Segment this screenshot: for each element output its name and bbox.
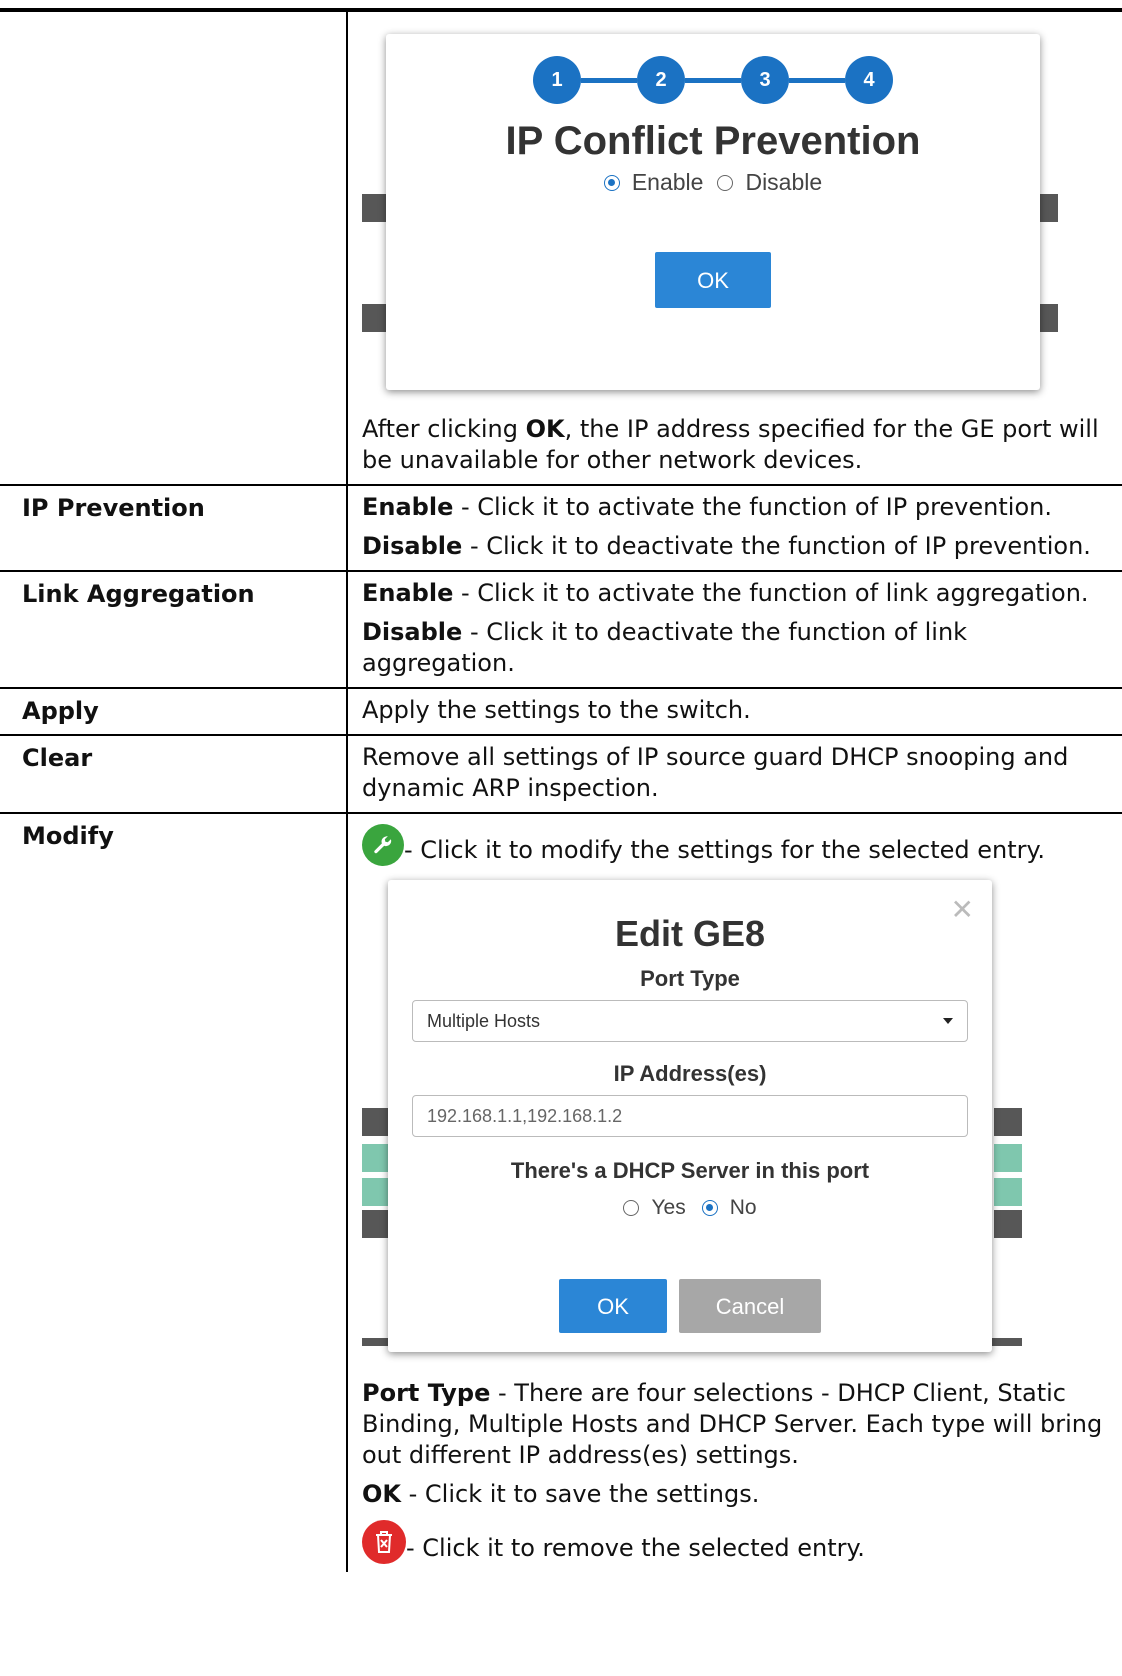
row-label-ip-prevention: IP Prevention [0,486,348,570]
ip-prevention-disable: Disable - Click it to deactivate the fun… [362,532,1091,560]
close-icon[interactable]: ✕ [951,894,974,925]
no-radio[interactable] [701,1199,718,1216]
background-bar [994,1178,1022,1206]
wrench-icon[interactable] [362,824,404,866]
ok-button[interactable]: OK [559,1279,667,1333]
step-4: 4 [845,56,893,104]
yes-radio[interactable] [623,1199,640,1216]
port-type-label: Port Type [640,966,740,991]
table-row: IP Prevention Enable - Click it to activ… [0,486,1122,572]
wrench-desc-line: - Click it to modify the settings for th… [362,824,1108,866]
step-2: 2 [637,56,685,104]
row-label-apply: Apply [0,689,348,734]
enable-label: Enable [631,169,704,195]
ip-address-input[interactable]: 192.168.1.1,192.168.1.2 [412,1095,968,1137]
chevron-down-icon [943,1018,953,1024]
link-aggregation-enable: Enable - Click it to activate the functi… [362,579,1089,607]
ok-desc: OK - Click it to save the settings. [362,1480,760,1508]
ip-address-label: IP Address(es) [613,1061,767,1086]
disable-label: Disable [745,169,823,195]
ip-conflict-dialog: 1 2 3 4 IP Conflict Prevention Enable Di… [386,34,1040,390]
row-label-clear: Clear [0,736,348,812]
description-table: 1 2 3 4 IP Conflict Prevention Enable Di… [0,8,1122,1572]
background-bar [994,1210,1022,1238]
yes-label: Yes [651,1196,686,1219]
clear-desc: Remove all settings of IP source guard D… [362,743,1069,802]
trash-icon[interactable] [362,1520,406,1564]
row-label-link-aggregation: Link Aggregation [0,572,348,687]
row-label-modify: Modify [0,814,348,1572]
port-type-select[interactable]: Multiple Hosts [412,1000,968,1042]
row-label-empty [0,12,348,484]
step-connector [581,77,637,83]
ip-prevention-enable: Enable - Click it to activate the functi… [362,493,1052,521]
step-indicator: 1 2 3 4 [386,56,1040,104]
background-bar [994,1144,1022,1172]
no-label: No [729,1196,757,1219]
port-type-desc: Port Type - There are four selections - … [362,1379,1103,1469]
table-row: Clear Remove all settings of IP source g… [0,736,1122,814]
enable-radio[interactable] [603,174,620,191]
apply-desc: Apply the settings to the switch. [362,696,751,724]
dialog-title: Edit GE8 [614,913,766,954]
ip-conflict-screenshot: 1 2 3 4 IP Conflict Prevention Enable Di… [362,34,1108,414]
after-ok-text: After clicking OK, the IP address specif… [362,415,1099,474]
edit-ge8-screenshot: ✕ Edit GE8 Port Type Multiple Hosts IP A… [362,880,1108,1364]
disable-radio[interactable] [717,174,734,191]
link-aggregation-disable: Disable - Click it to deactivate the fun… [362,618,968,677]
dhcp-server-radios: Yes No [388,1192,992,1223]
edit-ge8-dialog: ✕ Edit GE8 Port Type Multiple Hosts IP A… [388,880,992,1352]
enable-disable-radios: Enable Disable [386,167,1040,198]
cancel-button[interactable]: Cancel [679,1279,821,1333]
step-connector [789,77,845,83]
ok-button[interactable]: OK [655,252,771,308]
dhcp-server-label: There's a DHCP Server in this port [510,1158,870,1183]
background-bar [994,1108,1022,1136]
background-bar [1038,304,1058,332]
step-connector [685,77,741,83]
table-row: Modify - Click it to modify the settings… [0,814,1122,1572]
background-bar [1038,194,1058,222]
step-1: 1 [533,56,581,104]
dialog-title: IP Conflict Prevention [505,119,921,163]
table-row: Apply Apply the settings to the switch. [0,689,1122,736]
table-row: Link Aggregation Enable - Click it to ac… [0,572,1122,689]
trash-desc-line: - Click it to remove the selected entry. [362,1520,1108,1564]
step-3: 3 [741,56,789,104]
table-row: 1 2 3 4 IP Conflict Prevention Enable Di… [0,12,1122,486]
